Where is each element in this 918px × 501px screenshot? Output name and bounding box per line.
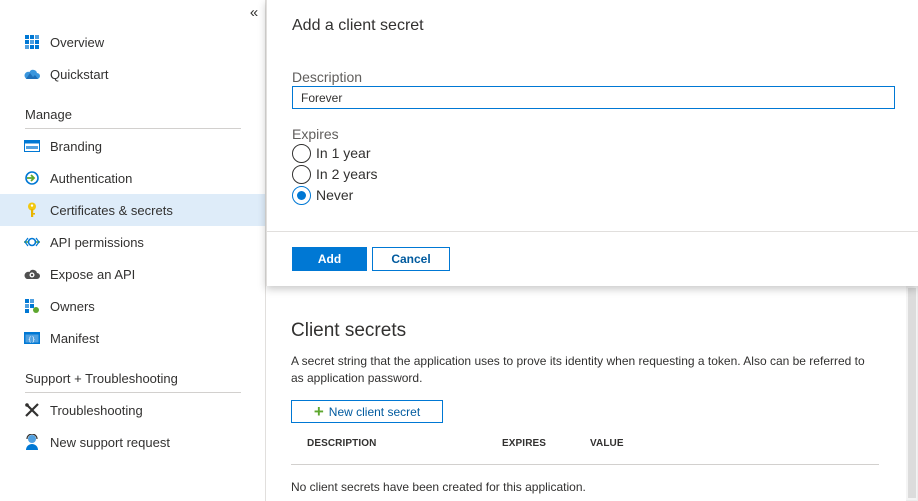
empty-table-message: No client secrets have been created for … xyxy=(291,480,586,494)
sidebar-item-certificates-secrets[interactable]: Certificates & secrets xyxy=(0,194,265,226)
cloud-quickstart-icon xyxy=(24,66,40,82)
sidebar-item-label: Authentication xyxy=(50,171,133,186)
sidebar-item-troubleshooting[interactable]: Troubleshooting xyxy=(0,394,265,426)
column-header-description: DESCRIPTION xyxy=(307,438,377,449)
overview-grid-icon xyxy=(24,34,40,50)
column-header-value: VALUE xyxy=(590,438,624,449)
radio-label: In 1 year xyxy=(316,145,371,161)
client-secrets-title: Client secrets xyxy=(291,320,407,341)
sidebar-item-expose-an-api[interactable]: Expose an API xyxy=(0,258,265,290)
support-person-icon xyxy=(24,434,40,450)
column-header-expires: EXPIRES xyxy=(502,438,547,449)
radio-button[interactable] xyxy=(292,143,311,163)
expires-option-never[interactable]: Never xyxy=(292,185,353,205)
table-divider xyxy=(291,464,879,465)
radio-button-selected[interactable] xyxy=(292,185,311,205)
api-permissions-icon xyxy=(24,234,40,250)
sidebar-item-branding[interactable]: Branding xyxy=(0,130,265,162)
sidebar-item-label: Branding xyxy=(50,139,103,154)
authentication-icon xyxy=(24,170,40,186)
client-secrets-description: A secret string that the application use… xyxy=(291,354,865,385)
client-secrets-card xyxy=(266,286,906,501)
sidebar-item-authentication[interactable]: Authentication xyxy=(0,162,265,194)
new-client-secret-button[interactable]: + New client secret xyxy=(291,400,443,423)
sidebar-item-api-permissions[interactable]: API permissions xyxy=(0,226,265,258)
sidebar-item-label: Owners xyxy=(50,299,95,314)
sidebar-item-label: Troubleshooting xyxy=(50,403,143,418)
sidebar-nav: « Overview Quickstart Manage Branding Au… xyxy=(0,0,266,501)
expires-label: Expires xyxy=(292,126,339,142)
sidebar-item-label: Quickstart xyxy=(50,67,109,82)
add-button[interactable]: Add xyxy=(292,247,367,271)
section-divider xyxy=(25,392,241,393)
radio-label: Never xyxy=(316,187,354,203)
section-title-support: Support + Troubleshooting xyxy=(25,371,178,386)
new-client-secret-label: New client secret xyxy=(328,404,421,419)
troubleshooting-tools-icon xyxy=(24,402,40,418)
expires-option-2-years[interactable]: In 2 years xyxy=(292,164,377,184)
description-label: Description xyxy=(292,69,363,85)
sidebar-item-label: Overview xyxy=(50,35,105,50)
collapse-sidebar-icon[interactable]: « xyxy=(246,4,262,22)
description-input[interactable] xyxy=(292,86,895,109)
radio-button[interactable] xyxy=(292,164,311,184)
manifest-icon: {} xyxy=(24,330,40,346)
section-title-manage: Manage xyxy=(25,107,72,122)
panel-divider xyxy=(267,231,918,232)
expires-option-1-year[interactable]: In 1 year xyxy=(292,143,370,163)
sidebar-item-label: New support request xyxy=(50,435,170,450)
plus-icon: + xyxy=(313,401,324,421)
sidebar-item-owners[interactable]: Owners xyxy=(0,290,265,322)
sidebar-item-overview[interactable]: Overview xyxy=(0,26,265,58)
sidebar-item-new-support-request[interactable]: New support request xyxy=(0,426,265,458)
scrollbar-thumb[interactable] xyxy=(908,288,916,498)
sidebar-item-quickstart[interactable]: Quickstart xyxy=(0,58,265,90)
panel-title: Add a client secret xyxy=(292,17,424,34)
sidebar-item-manifest[interactable]: {} Manifest xyxy=(0,322,265,354)
sidebar-item-label: Manifest xyxy=(50,331,100,346)
key-icon xyxy=(24,202,40,218)
sidebar-item-label: Expose an API xyxy=(50,267,136,282)
cloud-gear-icon xyxy=(24,266,40,282)
owners-icon xyxy=(24,298,40,314)
sidebar-item-label: Certificates & secrets xyxy=(50,203,173,218)
svg-text:{}: {} xyxy=(28,337,35,344)
radio-label: In 2 years xyxy=(316,166,378,182)
branding-www-icon xyxy=(24,138,40,154)
sidebar-item-label: API permissions xyxy=(50,235,144,250)
section-divider xyxy=(25,128,241,129)
cancel-button[interactable]: Cancel xyxy=(372,247,450,271)
